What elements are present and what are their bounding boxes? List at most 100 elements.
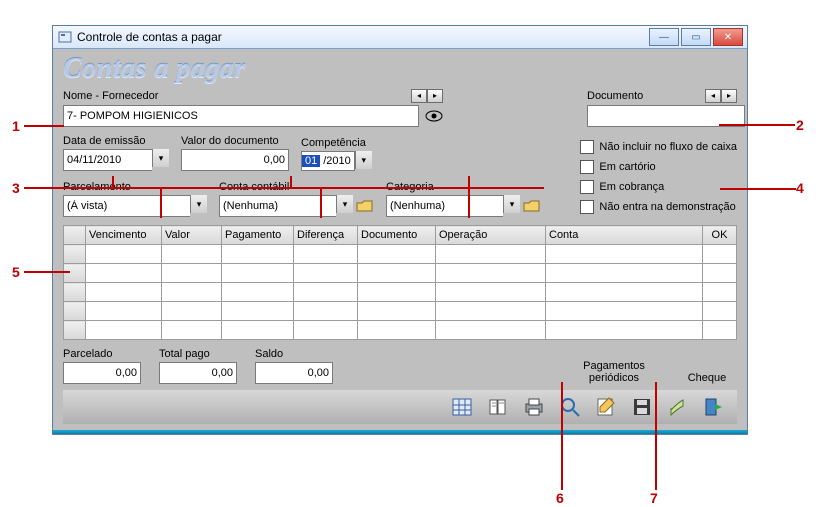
cell[interactable] (86, 245, 162, 264)
maximize-button[interactable]: ▭ (681, 28, 711, 46)
table-row[interactable] (64, 264, 737, 283)
row-handle[interactable] (64, 283, 86, 302)
data-emissao-input[interactable] (63, 149, 152, 171)
conta-contabil-folder-icon[interactable] (356, 198, 374, 214)
cell[interactable] (86, 302, 162, 321)
cell[interactable] (546, 245, 703, 264)
cell[interactable] (162, 302, 222, 321)
close-button[interactable]: ✕ (713, 28, 743, 46)
col-valor[interactable]: Valor (162, 226, 222, 245)
table-row[interactable] (64, 321, 737, 340)
cell[interactable] (358, 245, 436, 264)
data-emissao-dropdown[interactable]: ▾ (152, 149, 169, 167)
col-rownum[interactable] (64, 226, 86, 245)
col-conta[interactable]: Conta (546, 226, 703, 245)
cell[interactable] (86, 283, 162, 302)
cell[interactable] (546, 321, 703, 340)
cell[interactable] (222, 283, 294, 302)
cell[interactable] (222, 302, 294, 321)
cell[interactable] (358, 321, 436, 340)
row-handle[interactable] (64, 264, 86, 283)
cell-ok[interactable] (703, 245, 737, 264)
check-em-cobranca[interactable] (580, 180, 594, 194)
table-row[interactable] (64, 245, 737, 264)
check-em-cartorio[interactable] (580, 160, 594, 174)
table-row[interactable] (64, 283, 737, 302)
valor-documento-input[interactable] (181, 149, 289, 171)
cell[interactable] (436, 245, 546, 264)
toolbar-save-icon[interactable] (627, 393, 657, 421)
row-handle[interactable] (64, 245, 86, 264)
parcelas-table[interactable]: Vencimento Valor Pagamento Diferença Doc… (63, 225, 737, 340)
col-pagamento[interactable]: Pagamento (222, 226, 294, 245)
cell[interactable] (436, 264, 546, 283)
toolbar-table-icon[interactable] (447, 393, 477, 421)
check-nao-fluxo[interactable] (580, 140, 594, 154)
cell-ok[interactable] (703, 264, 737, 283)
cell[interactable] (294, 321, 358, 340)
competencia-mes[interactable]: 01 (302, 155, 320, 167)
eye-icon[interactable] (425, 109, 443, 123)
toolbar-cheque-icon[interactable] (663, 393, 693, 421)
col-operacao[interactable]: Operação (436, 226, 546, 245)
cell-ok[interactable] (703, 321, 737, 340)
col-documento[interactable]: Documento (358, 226, 436, 245)
toolbar-printer-icon[interactable] (519, 393, 549, 421)
cell[interactable] (546, 283, 703, 302)
cell-ok[interactable] (703, 283, 737, 302)
minimize-button[interactable]: — (649, 28, 679, 46)
cell[interactable] (358, 264, 436, 283)
cell-ok[interactable] (703, 302, 737, 321)
cell[interactable] (358, 302, 436, 321)
fornecedor-input[interactable] (63, 105, 419, 127)
toolbar-exit-icon[interactable] (699, 393, 729, 421)
toolbar-edit-icon[interactable] (591, 393, 621, 421)
competencia-input[interactable]: 01 /2010 (301, 151, 355, 171)
cell[interactable] (162, 321, 222, 340)
toolbar-book-icon[interactable] (483, 393, 513, 421)
cell[interactable] (222, 264, 294, 283)
cell[interactable] (162, 264, 222, 283)
parcelamento-dropdown[interactable]: ▾ (190, 195, 207, 213)
col-ok[interactable]: OK (703, 226, 737, 245)
parcelamento-select[interactable] (63, 195, 190, 217)
row-handle[interactable] (64, 302, 86, 321)
toolbar-search-icon[interactable] (555, 393, 585, 421)
cell[interactable] (162, 283, 222, 302)
competencia-dropdown[interactable]: ▾ (355, 151, 372, 169)
cell[interactable] (546, 264, 703, 283)
cell[interactable] (294, 302, 358, 321)
check-nao-demonstracao[interactable] (580, 200, 594, 214)
cell[interactable] (294, 245, 358, 264)
cell[interactable] (294, 264, 358, 283)
categoria-dropdown[interactable]: ▾ (503, 195, 520, 213)
cell[interactable] (86, 321, 162, 340)
next-documento-button[interactable]: ▸ (721, 89, 737, 103)
table-row[interactable] (64, 302, 737, 321)
cell[interactable] (436, 302, 546, 321)
label-parcelado: Parcelado (63, 348, 141, 360)
title-bar[interactable]: Controle de contas a pagar — ▭ ✕ (53, 26, 747, 49)
competencia-ano[interactable]: /2010 (320, 155, 354, 167)
cell[interactable] (436, 321, 546, 340)
cell[interactable] (86, 264, 162, 283)
cell[interactable] (436, 283, 546, 302)
cell[interactable] (222, 245, 294, 264)
conta-contabil-dropdown[interactable]: ▾ (336, 195, 353, 213)
prev-documento-button[interactable]: ◂ (705, 89, 721, 103)
col-vencimento[interactable]: Vencimento (86, 226, 162, 245)
col-diferenca[interactable]: Diferença (294, 226, 358, 245)
label-competencia: Competência (301, 137, 372, 149)
cell[interactable] (222, 321, 294, 340)
categoria-select[interactable] (386, 195, 503, 217)
prev-fornecedor-button[interactable]: ◂ (411, 89, 427, 103)
cell[interactable] (162, 245, 222, 264)
row-handle[interactable] (64, 321, 86, 340)
cell[interactable] (546, 302, 703, 321)
cell[interactable] (294, 283, 358, 302)
conta-contabil-select[interactable] (219, 195, 336, 217)
cell[interactable] (358, 283, 436, 302)
next-fornecedor-button[interactable]: ▸ (427, 89, 443, 103)
annotation-5: 5 (12, 264, 20, 280)
categoria-folder-icon[interactable] (523, 198, 541, 214)
